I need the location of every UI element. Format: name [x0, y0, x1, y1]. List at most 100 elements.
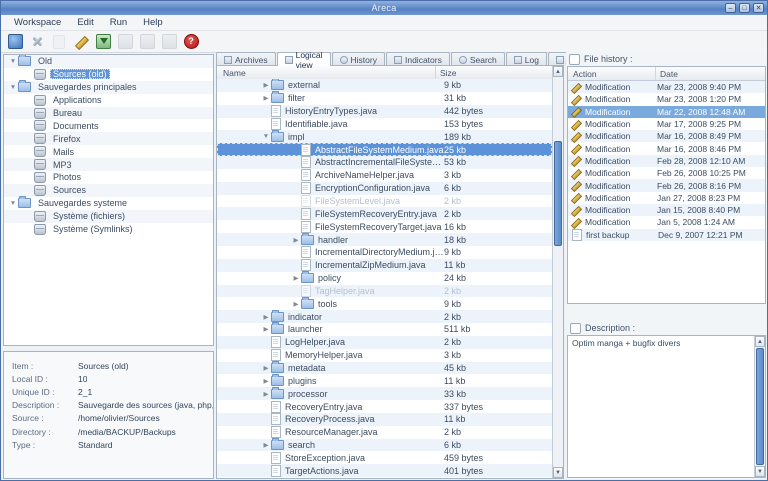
tree-item-syst-me-symlinks[interactable]: Système (Symlinks): [4, 223, 213, 236]
file-row-plugins[interactable]: ▶plugins11 kb: [217, 374, 552, 387]
column-header-action[interactable]: Action: [568, 67, 656, 80]
tree-group-sauvegardes-systeme[interactable]: ▼Sauvegardes systeme: [4, 197, 213, 210]
file-row-taghelper-java[interactable]: TagHelper.java2 kb: [217, 285, 552, 298]
maximize-button[interactable]: □: [739, 3, 750, 13]
chevron-right-icon[interactable]: ▶: [261, 313, 271, 321]
tab-log[interactable]: Log: [506, 52, 547, 66]
tree-item-syst-me-fichiers[interactable]: Système (fichiers): [4, 210, 213, 223]
file-row-filesystemrecoveryentry-java[interactable]: FileSystemRecoveryEntry.java2 kb: [217, 207, 552, 220]
history-row[interactable]: ModificationFeb 26, 2008 8:16 PM: [568, 179, 765, 191]
preferences-tools-button[interactable]: [28, 33, 46, 50]
chevron-right-icon[interactable]: ▶: [261, 364, 271, 372]
chevron-right-icon[interactable]: ▶: [291, 300, 301, 308]
file-row-impl[interactable]: ▼impl189 kb: [217, 130, 552, 143]
tree-item-firefox[interactable]: Firefox: [4, 132, 213, 145]
file-row-historyentrytypes-java[interactable]: HistoryEntryTypes.java442 bytes: [217, 105, 552, 118]
file-row-incrementalzipmedium-java[interactable]: IncrementalZipMedium.java11 kb: [217, 259, 552, 272]
file-row-recoveryentry-java[interactable]: RecoveryEntry.java337 bytes: [217, 400, 552, 413]
tree-item-photos[interactable]: Photos: [4, 171, 213, 184]
file-row-filesystemrecoverytarget-java[interactable]: FileSystemRecoveryTarget.java16 kb: [217, 220, 552, 233]
backup-button[interactable]: [94, 33, 112, 50]
history-row[interactable]: first backupDec 9, 2007 12:21 PM: [568, 229, 765, 241]
file-row-launcher[interactable]: ▶launcher511 kb: [217, 323, 552, 336]
chevron-right-icon[interactable]: ▶: [261, 377, 271, 385]
tab-indicators[interactable]: Indicators: [386, 52, 450, 66]
column-header-date[interactable]: Date: [656, 69, 765, 79]
tree-item-mp3[interactable]: MP3: [4, 158, 213, 171]
desc-scroll-up-button[interactable]: ▲: [755, 336, 765, 347]
history-row[interactable]: ModificationMar 17, 2008 9:25 PM: [568, 118, 765, 130]
chevron-right-icon[interactable]: ▶: [261, 94, 271, 102]
column-header-name[interactable]: Name: [217, 66, 436, 79]
tab-logical-view[interactable]: Logical view: [277, 52, 331, 66]
desc-scrollbar-thumb[interactable]: [756, 348, 764, 465]
tab-search[interactable]: Search: [451, 52, 505, 66]
scrollbar-thumb[interactable]: [554, 141, 562, 246]
file-row-tools[interactable]: ▶tools9 kb: [217, 297, 552, 310]
tree-item-mails[interactable]: Mails: [4, 145, 213, 158]
file-row-targetactions-java[interactable]: TargetActions.java401 bytes: [217, 464, 552, 477]
chevron-down-icon[interactable]: ▼: [8, 200, 18, 207]
menu-run[interactable]: Run: [103, 16, 134, 29]
history-row[interactable]: ModificationFeb 28, 2008 12:10 AM: [568, 155, 765, 167]
history-row[interactable]: ModificationMar 23, 2008 1:20 PM: [568, 93, 765, 105]
file-row-processor[interactable]: ▶processor33 kb: [217, 387, 552, 400]
history-row[interactable]: ModificationMar 16, 2008 8:49 PM: [568, 130, 765, 142]
file-row-abstractincrementalfilesystemmedi[interactable]: AbstractIncrementalFileSystemMedi53 kb: [217, 156, 552, 169]
file-row-recoveryprocess-java[interactable]: RecoveryProcess.java11 kb: [217, 413, 552, 426]
scroll-up-button[interactable]: ▲: [553, 66, 563, 77]
file-row-handler[interactable]: ▶handler18 kb: [217, 233, 552, 246]
chevron-down-icon[interactable]: ▼: [8, 58, 18, 65]
file-row-external[interactable]: ▶external9 kb: [217, 79, 552, 92]
menu-edit[interactable]: Edit: [70, 16, 100, 29]
file-list-scrollbar[interactable]: ▲ ▼: [552, 66, 563, 478]
titlebar[interactable]: Areca –□✕: [1, 1, 767, 15]
file-row-memoryhelper-java[interactable]: MemoryHelper.java3 kb: [217, 349, 552, 362]
file-row-filter[interactable]: ▶filter31 kb: [217, 92, 552, 105]
chevron-down-icon[interactable]: ▼: [8, 84, 18, 91]
file-row-encryptionconfiguration-java[interactable]: EncryptionConfiguration.java6 kb: [217, 182, 552, 195]
history-row[interactable]: ModificationJan 15, 2008 8:40 PM: [568, 204, 765, 216]
tab-history[interactable]: History: [332, 52, 385, 66]
file-row-loghelper-java[interactable]: LogHelper.java2 kb: [217, 336, 552, 349]
file-row-abstractfilesystemmedium-java[interactable]: AbstractFileSystemMedium.java25 kb: [217, 143, 552, 156]
file-row-metadata[interactable]: ▶metadata45 kb: [217, 362, 552, 375]
file-row-policy[interactable]: ▶policy24 kb: [217, 272, 552, 285]
open-workspace-button[interactable]: [6, 33, 24, 50]
chevron-right-icon[interactable]: ▶: [261, 325, 271, 333]
history-row[interactable]: ModificationMar 22, 2008 12:48 AM: [568, 106, 765, 118]
history-row[interactable]: ModificationMar 16, 2008 8:46 PM: [568, 142, 765, 154]
column-header-size[interactable]: Size: [436, 68, 552, 78]
file-row-indicator[interactable]: ▶indicator2 kb: [217, 310, 552, 323]
file-row-storeexception-java[interactable]: StoreException.java459 bytes: [217, 451, 552, 464]
tree-group-sauvegardes-principales[interactable]: ▼Sauvegardes principales: [4, 81, 213, 94]
history-row[interactable]: ModificationJan 5, 2008 1:24 AM: [568, 216, 765, 228]
tree-item-documents[interactable]: Documents: [4, 119, 213, 132]
chevron-right-icon[interactable]: ▶: [291, 274, 301, 282]
file-row-incrementaldirectorymedium-java[interactable]: IncrementalDirectoryMedium.java9 kb: [217, 246, 552, 259]
close-button[interactable]: ✕: [753, 3, 764, 13]
scroll-down-button[interactable]: ▼: [553, 467, 563, 478]
chevron-right-icon[interactable]: ▶: [261, 81, 271, 89]
file-row-search[interactable]: ▶search6 kb: [217, 439, 552, 452]
file-row-resourcemanager-java[interactable]: ResourceManager.java2 kb: [217, 426, 552, 439]
tree-item-applications[interactable]: Applications: [4, 94, 213, 107]
edit-target-button[interactable]: [72, 33, 90, 50]
description-scrollbar[interactable]: ▲ ▼: [754, 336, 765, 477]
help-button[interactable]: ?: [182, 33, 200, 50]
tree-item-sources[interactable]: Sources: [4, 184, 213, 197]
tab-archives[interactable]: Archives: [216, 52, 276, 66]
menu-help[interactable]: Help: [136, 16, 170, 29]
history-row[interactable]: ModificationMar 23, 2008 9:40 PM: [568, 81, 765, 93]
chevron-right-icon[interactable]: ▶: [291, 236, 301, 244]
chevron-right-icon[interactable]: ▶: [261, 390, 271, 398]
desc-scroll-down-button[interactable]: ▼: [755, 466, 765, 477]
file-row-archivenamehelper-java[interactable]: ArchiveNameHelper.java3 kb: [217, 169, 552, 182]
history-row[interactable]: ModificationJan 27, 2008 8:23 PM: [568, 192, 765, 204]
tree-item-sources-old[interactable]: Sources (old): [4, 68, 213, 81]
history-row[interactable]: ModificationFeb 26, 2008 10:25 PM: [568, 167, 765, 179]
file-row-identifiable-java[interactable]: Identifiable.java153 bytes: [217, 118, 552, 131]
menu-workspace[interactable]: Workspace: [7, 16, 68, 29]
file-row-filesystemlevel-java[interactable]: FileSystemLevel.java2 kb: [217, 195, 552, 208]
minimize-button[interactable]: –: [725, 3, 736, 13]
